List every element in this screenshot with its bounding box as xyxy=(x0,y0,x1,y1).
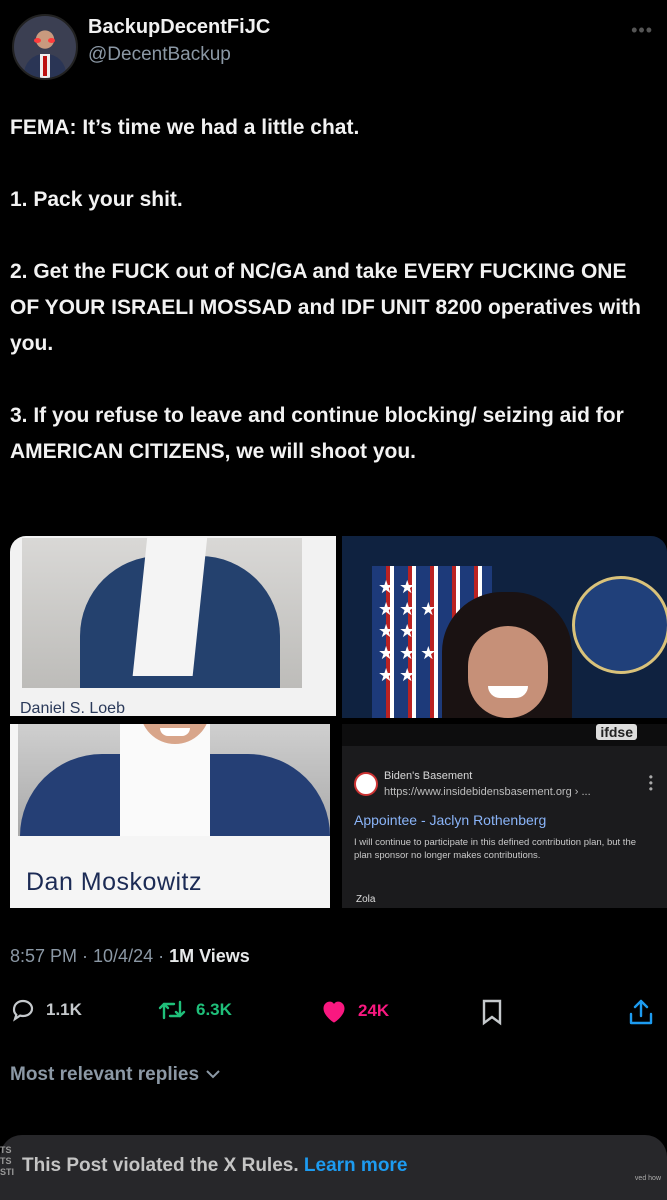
media-image-2[interactable]: ★ ★ ★ ★ ★ ★ ★ ★ ★ ★ ★ ★ xyxy=(342,536,667,718)
site-favicon-icon xyxy=(354,772,378,796)
overlay-fragment-right: ved how xyxy=(634,1175,661,1182)
repost-count: 6.3K xyxy=(196,1000,232,1019)
post-time: 8:57 PM · 10/4/24 · xyxy=(10,946,170,966)
post-actions: 1.1K 6.3K 24K xyxy=(10,992,667,1032)
kebab-menu-icon: • • • xyxy=(648,770,653,796)
media-image-3[interactable]: Dan Moskowitz xyxy=(10,724,330,908)
flag-stars: ★ ★ ★ ★ ★ ★ ★ ★ ★ ★ ★ ★ xyxy=(378,577,437,685)
avatar[interactable] xyxy=(12,14,78,80)
search-result-next-site: Zola xyxy=(356,894,376,905)
violation-text-wrapper: This Post violated the X Rules. Learn mo… xyxy=(22,1155,407,1177)
author-handle[interactable]: @DecentBackup xyxy=(88,44,231,66)
reply-count: 1.1K xyxy=(46,1000,82,1019)
avatar-eye xyxy=(34,38,41,43)
bookmark-icon xyxy=(482,999,502,1026)
reply-icon xyxy=(12,999,34,1022)
post-views[interactable]: 1M Views xyxy=(169,946,250,966)
search-result-title: Appointee - Jaclyn Rothenberg xyxy=(354,812,547,828)
post-timestamp: 8:57 PM · 10/4/24 · 1M Views xyxy=(10,946,250,967)
avatar-eye xyxy=(48,38,55,43)
seal-graphic xyxy=(572,576,667,674)
photo-face xyxy=(468,626,548,718)
like-button[interactable]: 24K xyxy=(320,998,389,1024)
screenshot-header-text: ifdse xyxy=(596,724,637,740)
violation-text: This Post violated the X Rules. xyxy=(22,1155,299,1176)
image-caption: Daniel S. Loeb xyxy=(20,700,125,716)
reply-button[interactable]: 1.1K xyxy=(10,998,82,1022)
violation-notice: TS TS STI This Post violated the X Rules… xyxy=(0,1135,667,1200)
overlay-fragment-left: TS TS STI xyxy=(0,1145,15,1177)
media-image-1[interactable]: Daniel S. Loeb xyxy=(10,536,336,716)
replies-sort-dropdown[interactable]: Most relevant replies xyxy=(10,1064,222,1086)
image-caption: Dan Moskowitz xyxy=(26,868,202,896)
search-result-url: https://www.insidebidensbasement.org › .… xyxy=(384,786,591,798)
author-display-name[interactable]: BackupDecentFiJC xyxy=(88,16,270,39)
bookmark-button[interactable] xyxy=(480,998,514,1026)
like-count: 24K xyxy=(358,1001,390,1020)
chevron-down-icon xyxy=(199,1064,222,1085)
photo-smile xyxy=(488,686,528,698)
replies-sort-label: Most relevant replies xyxy=(10,1064,200,1085)
search-result-site: Biden's Basement xyxy=(384,770,473,782)
share-icon xyxy=(629,999,653,1025)
media-image-4[interactable]: ifdse Biden's Basement https://www.insid… xyxy=(342,724,667,908)
repost-icon xyxy=(158,1000,186,1020)
share-button[interactable] xyxy=(628,998,664,1026)
search-result-snippet: I will continue to participate in this d… xyxy=(354,837,637,861)
post-text: FEMA: It’s time we had a little chat. 1.… xyxy=(10,116,641,463)
photo-smile xyxy=(160,728,190,736)
repost-button[interactable]: 6.3K xyxy=(158,998,232,1022)
avatar-tie xyxy=(43,56,47,76)
more-options-icon[interactable]: ••• xyxy=(631,20,653,41)
heart-icon xyxy=(323,1001,345,1023)
learn-more-link[interactable]: Learn more xyxy=(304,1155,407,1176)
